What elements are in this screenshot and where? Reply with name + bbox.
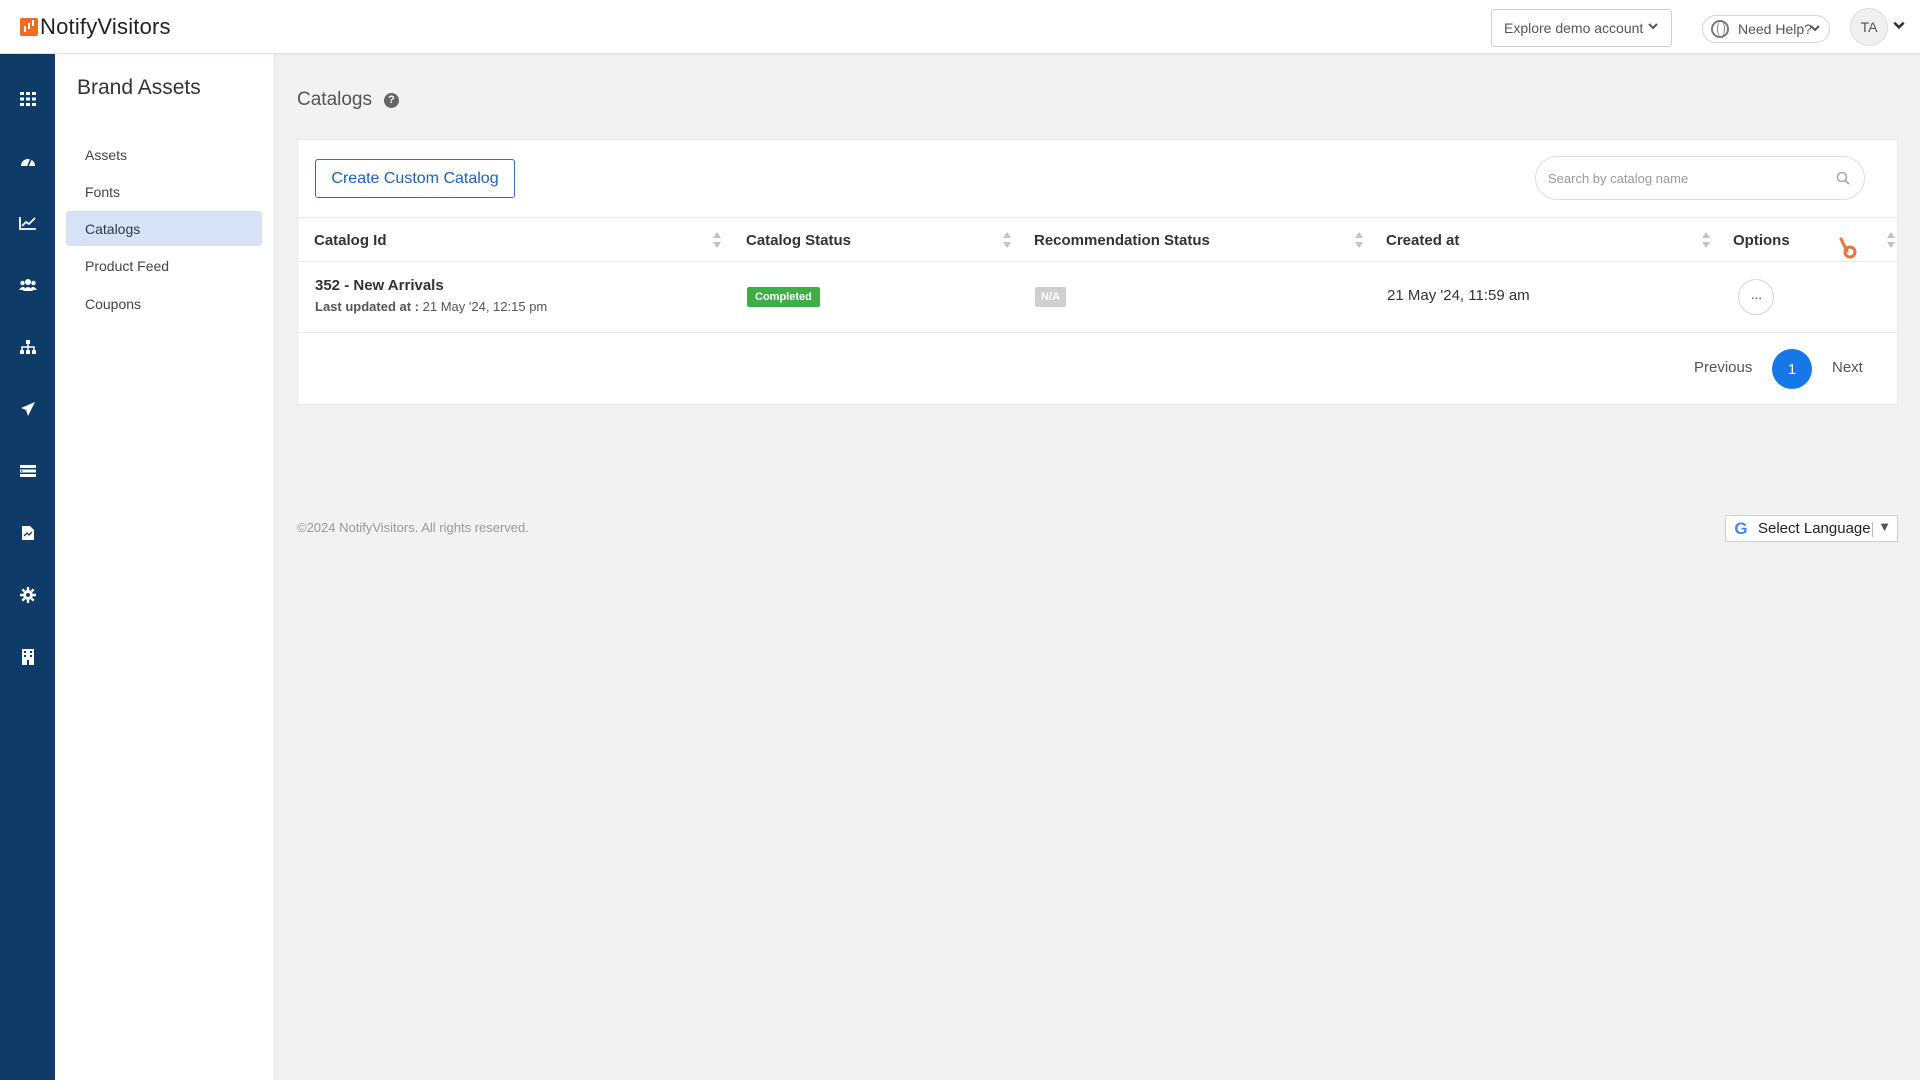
catalogs-card: Create Custom Catalog Catalog Id Catalog… [297,139,1898,405]
sidebar-item-catalogs[interactable]: Catalogs [66,211,262,246]
send-plane-icon[interactable] [17,398,39,420]
column-label: Catalog Status [746,232,852,249]
row-options-button[interactable]: ··· [1738,279,1774,315]
sidebar-item-label: Catalogs [85,220,141,237]
users-icon[interactable] [17,274,39,296]
column-header-options: Options [1733,218,1790,263]
mouse-cursor-icon [1838,237,1858,259]
column-header-catalog-status[interactable]: Catalog Status [746,218,851,263]
catalog-name[interactable]: 352 - New Arrivals [315,277,444,294]
google-g-icon: G [1734,518,1748,538]
explore-demo-account-label: Explore demo account [1504,20,1644,36]
table-row: 352 - New Arrivals Last updated at : 21 … [298,262,1897,333]
more-horizontal-icon: ··· [1750,289,1763,305]
dashboard-gauge-icon[interactable] [17,150,39,172]
page-title-text: Catalogs [297,89,372,110]
top-header: NotifyVisitors Explore demo account Need… [0,0,1920,54]
settings-gear-icon[interactable] [17,584,39,606]
sidebar-item-label: Coupons [85,295,142,312]
user-menu-chevron-icon[interactable] [1892,18,1906,32]
pagination-page-1[interactable]: 1 [1772,349,1812,389]
logo-text: NotifyVisitors [40,14,171,39]
help-question-icon[interactable]: ? [384,92,399,108]
column-label: Catalog Id [314,232,387,249]
sitemap-icon[interactable] [17,336,39,358]
language-select-label: Select Language [1758,520,1871,537]
sidebar-title: Brand Assets [77,76,201,99]
column-label: Options [1733,232,1790,249]
created-at-value: 21 May '24, 11:59 am [1387,287,1530,304]
need-help-button[interactable]: Need Help? [1702,15,1830,43]
explore-demo-account-dropdown[interactable]: Explore demo account [1491,9,1672,47]
column-header-catalog-id[interactable]: Catalog Id [314,218,387,263]
recommendation-status-badge: N/A [1035,287,1066,307]
grid-icon[interactable] [17,88,39,110]
catalog-last-updated: Last updated at : 21 May '24, 12:15 pm [315,299,547,314]
pagination-next[interactable]: Next [1832,359,1863,376]
last-updated-label: Last updated at : [315,299,420,314]
create-custom-catalog-button[interactable]: Create Custom Catalog [315,159,515,198]
pagination: Previous 1 Next [298,333,1897,405]
document-icon[interactable] [17,522,39,544]
sort-icon[interactable] [1702,232,1710,248]
sort-icon[interactable] [1003,232,1011,248]
copyright-text: ©2024 NotifyVisitors. All rights reserve… [297,520,529,535]
nav-rail [0,54,55,1080]
chevron-down-icon [1647,20,1659,32]
catalog-status-badge: Completed [747,287,820,307]
column-label: Recommendation Status [1034,232,1210,249]
need-help-label: Need Help? [1738,21,1812,37]
language-divider [1872,522,1873,537]
sidebar-item-assets[interactable]: Assets [66,137,262,172]
avatar-initials: TA [1860,19,1878,35]
logo-chart-icon [20,18,38,36]
page-title: Catalogs ? [297,89,399,111]
sort-icon[interactable] [1887,232,1895,248]
search-input[interactable] [1548,170,1828,186]
sidebar-item-label: Product Feed [85,257,170,274]
column-header-recommendation-status[interactable]: Recommendation Status [1034,218,1210,263]
building-icon[interactable] [17,646,39,668]
analytics-chart-icon[interactable] [17,212,39,234]
column-header-created-at[interactable]: Created at [1386,218,1459,263]
search-icon[interactable] [1836,171,1850,190]
sidebar-item-label: Assets [85,146,128,163]
globe-icon [1711,20,1729,38]
sort-icon[interactable] [713,232,721,248]
sort-icon[interactable] [1355,232,1363,248]
sidebar-item-coupons[interactable]: Coupons [66,286,262,321]
table-header: Catalog Id Catalog Status Recommendation… [298,217,1897,262]
catalog-search[interactable] [1535,156,1865,200]
dropdown-arrow-icon: ▼ [1878,519,1891,534]
chevron-down-icon [1809,22,1821,34]
sidebar-item-product-feed[interactable]: Product Feed [66,248,262,283]
column-label: Created at [1386,232,1460,249]
pagination-previous[interactable]: Previous [1694,359,1752,376]
last-updated-value: 21 May '24, 12:15 pm [422,299,548,314]
language-select[interactable]: G Select Language ▼ [1725,515,1898,542]
sidebar-item-fonts[interactable]: Fonts [66,174,262,209]
sidebar-item-label: Fonts [85,183,121,200]
list-icon[interactable] [17,460,39,482]
logo[interactable]: NotifyVisitors [20,14,171,40]
brand-assets-sidebar: Brand Assets Assets Fonts Catalogs Produ… [55,54,275,1080]
user-avatar[interactable]: TA [1850,8,1888,46]
